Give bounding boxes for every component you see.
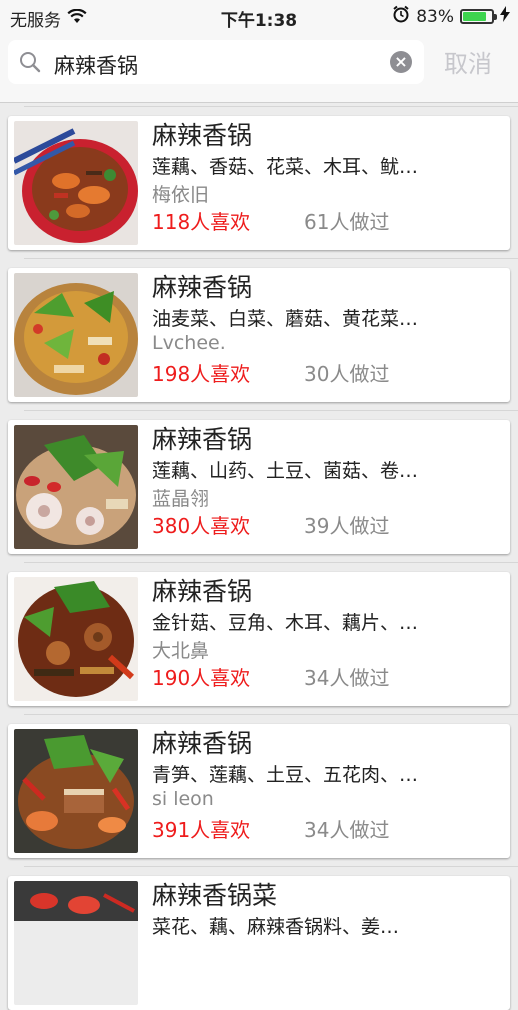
- recipe-ingredients: 莲藕、香菇、花菜、木耳、鱿…: [152, 156, 419, 178]
- recipe-ingredients: 莲藕、山药、土豆、菌菇、卷…: [152, 460, 419, 482]
- recipe-title: 麻辣香锅: [152, 121, 253, 150]
- recipe-title: 麻辣香锅: [152, 273, 253, 302]
- recipe-card[interactable]: 麻辣香锅 金针菇、豆角、木耳、藕片、… 大北鼻 190人喜欢 34人做过: [8, 572, 510, 706]
- row-separator: [24, 714, 518, 715]
- cancel-button[interactable]: 取消: [444, 44, 492, 79]
- likes-count: 190人喜欢: [152, 666, 251, 690]
- status-bar: 无服务 下午1:38 83%: [0, 0, 518, 34]
- dish-photo: [14, 273, 138, 397]
- battery-icon: [460, 9, 497, 24]
- recipe-title: 麻辣香锅: [152, 729, 253, 758]
- row-separator: [24, 562, 518, 563]
- search-input[interactable]: 麻辣香锅 ×: [8, 40, 424, 84]
- likes-count: 118人喜欢: [152, 210, 251, 234]
- recipe-card[interactable]: 麻辣香锅菜 菜花、藕、麻辣香锅料、姜…: [8, 876, 510, 1010]
- made-count: 61人做过: [304, 210, 390, 234]
- dish-photo: [14, 729, 138, 853]
- battery-level: [463, 12, 487, 21]
- made-count: 39人做过: [304, 514, 390, 538]
- recipe-author: 大北鼻: [152, 640, 210, 662]
- dish-photo: [14, 425, 138, 549]
- recipe-ingredients: 油麦菜、白菜、蘑菇、黄花菜…: [152, 308, 419, 330]
- row-separator: [24, 866, 518, 867]
- row-separator: [24, 258, 518, 259]
- dish-photo: [14, 577, 138, 701]
- row-separator: [24, 410, 518, 411]
- search-bar: 麻辣香锅 × 取消: [0, 34, 518, 103]
- recipe-card[interactable]: 麻辣香锅 青笋、莲藕、土豆、五花肉、… si leon 391人喜欢 34人做过: [8, 724, 510, 858]
- recipe-card[interactable]: 麻辣香锅 莲藕、山药、土豆、菌菇、卷… 蓝晶翎 380人喜欢 39人做过: [8, 420, 510, 554]
- battery-percent: 83%: [416, 6, 454, 27]
- made-count: 34人做过: [304, 818, 390, 842]
- likes-count: 198人喜欢: [152, 362, 251, 386]
- made-count: 34人做过: [304, 666, 390, 690]
- recipe-title: 麻辣香锅: [152, 425, 253, 454]
- recipe-author: si leon: [152, 788, 214, 810]
- recipe-title: 麻辣香锅: [152, 577, 253, 606]
- alarm-icon: [392, 5, 410, 28]
- recipe-ingredients: 金针菇、豆角、木耳、藕片、…: [152, 612, 419, 634]
- made-count: 30人做过: [304, 362, 390, 386]
- likes-count: 380人喜欢: [152, 514, 251, 538]
- search-query: 麻辣香锅: [54, 54, 138, 78]
- charging-icon: [500, 6, 510, 27]
- recipe-title: 麻辣香锅菜: [152, 881, 278, 910]
- clear-icon[interactable]: ×: [390, 51, 412, 73]
- recipe-author: 蓝晶翎: [152, 488, 210, 510]
- dish-photo: [14, 881, 138, 1005]
- battery-tip: [494, 14, 497, 20]
- status-right: 83%: [392, 5, 510, 28]
- recipe-ingredients: 青笋、莲藕、土豆、五花肉、…: [152, 764, 419, 786]
- likes-count: 391人喜欢: [152, 818, 251, 842]
- dish-photo: [14, 121, 138, 245]
- search-icon: [18, 50, 42, 78]
- recipe-author: 梅依旧: [152, 184, 210, 206]
- recipe-ingredients: 菜花、藕、麻辣香锅料、姜…: [152, 916, 400, 938]
- recipe-author: Lvchee.: [152, 332, 226, 354]
- row-separator: [24, 106, 518, 107]
- recipe-card[interactable]: 麻辣香锅 莲藕、香菇、花菜、木耳、鱿… 梅依旧 118人喜欢 61人做过: [8, 116, 510, 250]
- recipe-card[interactable]: 麻辣香锅 油麦菜、白菜、蘑菇、黄花菜… Lvchee. 198人喜欢 30人做过: [8, 268, 510, 402]
